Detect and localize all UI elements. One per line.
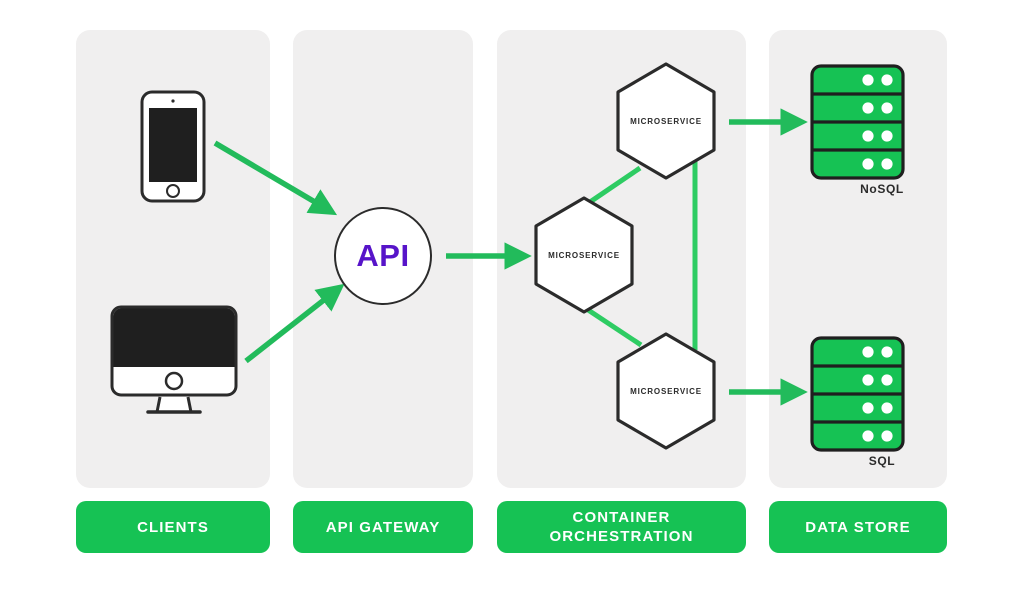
- datastore-caption-sql: SQL: [868, 454, 896, 468]
- panel-label-clients[interactable]: CLIENTS: [76, 501, 270, 553]
- server-stack-icon-sql[interactable]: [810, 336, 905, 452]
- panel-label-text: API GATEWAY: [325, 518, 441, 536]
- desktop-monitor-icon: [110, 305, 238, 415]
- server-stack-icon-nosql[interactable]: [810, 64, 905, 180]
- api-gateway-node[interactable]: API: [334, 207, 432, 305]
- diagram-canvas: API MICROSERVICE MICROSERVICE MICROSERVI…: [0, 0, 1024, 595]
- microservice-label: MICROSERVICE: [630, 116, 702, 126]
- panel-label-api-gateway[interactable]: API GATEWAY: [293, 501, 473, 553]
- microservice-label: MICROSERVICE: [630, 386, 702, 396]
- microservice-node-bottom[interactable]: MICROSERVICE: [615, 332, 717, 450]
- datastore-caption-nosql: NoSQL: [860, 182, 904, 196]
- api-node-label: API: [356, 238, 410, 273]
- microservice-label: MICROSERVICE: [548, 250, 620, 260]
- panel-label-container-orchestration[interactable]: CONTAINER ORCHESTRATION: [497, 501, 746, 553]
- microservice-node-middle[interactable]: MICROSERVICE: [533, 196, 635, 314]
- panel-label-text: CONTAINER ORCHESTRATION: [549, 509, 694, 545]
- panel-label-data-store[interactable]: DATA STORE: [769, 501, 947, 553]
- mobile-phone-icon: [140, 90, 206, 203]
- panel-label-text: CLIENTS: [137, 518, 209, 536]
- microservice-node-top[interactable]: MICROSERVICE: [615, 62, 717, 180]
- panel-label-text: DATA STORE: [805, 518, 911, 536]
